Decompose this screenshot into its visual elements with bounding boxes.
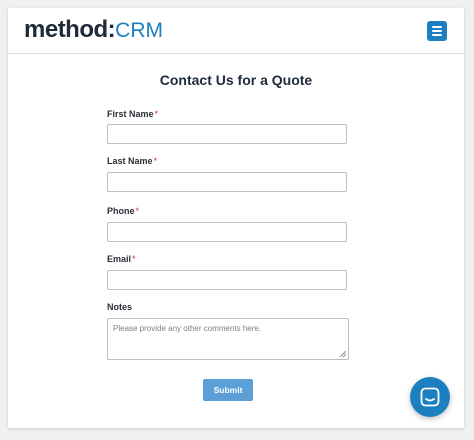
phone-label-text: Phone [107, 206, 135, 216]
first-name-label-text: First Name [107, 109, 154, 119]
phone-label: Phone* [107, 206, 139, 216]
last-name-label: Last Name* [107, 156, 157, 166]
page-frame: method:CRM Contact Us for a Quote First … [8, 8, 464, 428]
email-input[interactable] [107, 270, 347, 290]
logo-method-text: method [24, 16, 108, 43]
form-title: Contact Us for a Quote [159, 72, 313, 88]
last-name-input[interactable] [107, 172, 347, 192]
notes-label: Notes [107, 302, 133, 312]
method-crm-logo[interactable]: method:CRM [24, 16, 163, 45]
first-name-input[interactable] [107, 124, 347, 144]
chat-icon [420, 387, 440, 407]
resize-handle-icon[interactable] [340, 351, 346, 357]
required-marker: * [135, 206, 140, 216]
site-header: method:CRM [8, 8, 464, 54]
submit-button[interactable]: Submit [203, 379, 253, 401]
chat-launcher-button[interactable] [410, 377, 450, 417]
email-label-text: Email [107, 254, 132, 264]
required-marker: * [132, 254, 136, 264]
last-name-label-text: Last Name [107, 156, 153, 166]
required-marker: * [154, 109, 159, 119]
notes-placeholder: Please provide any other comments here. [113, 324, 262, 333]
phone-input[interactable] [107, 222, 347, 242]
hamburger-menu-button[interactable] [427, 21, 447, 41]
email-label: Email* [107, 254, 136, 264]
notes-textarea[interactable]: Please provide any other comments here. [107, 318, 349, 360]
logo-crm-text: CRM [115, 19, 163, 42]
required-marker: * [153, 156, 158, 166]
first-name-label: First Name* [107, 109, 158, 119]
